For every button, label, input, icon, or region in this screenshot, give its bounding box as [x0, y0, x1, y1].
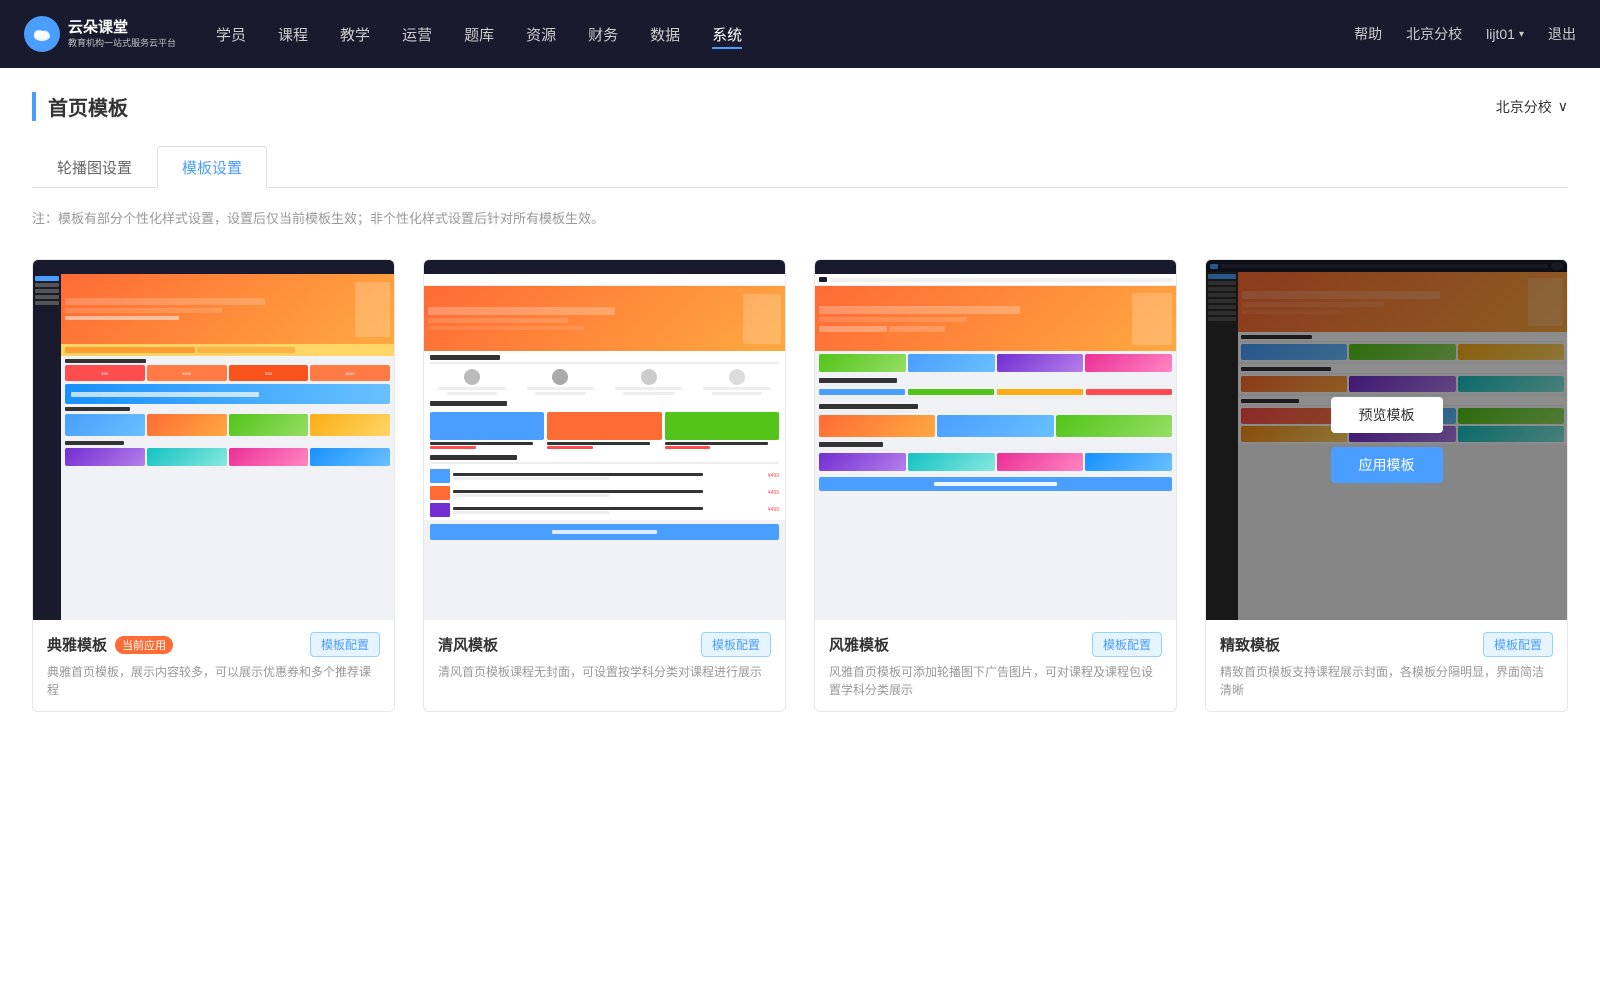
- template-name-fengya: 风雅模板: [829, 634, 889, 655]
- template-preview-dianya: ¥30 ¥200 ¥30 ¥200: [33, 260, 394, 620]
- template-desc-dianya: 典雅首页模板，展示内容较多，可以展示优惠券和多个推荐课程: [47, 663, 380, 699]
- btn-apply-jingzhi[interactable]: 应用模板: [1331, 447, 1443, 483]
- template-info-fengya: 风雅模板 模板配置 风雅首页模板可添加轮播图下广告图片，可对课程及课程包设置学科…: [815, 620, 1176, 711]
- logo-icon: [24, 16, 60, 52]
- logo[interactable]: 云朵课堂 教育机构一站式服务云平台: [24, 16, 176, 52]
- btn-config-qingfeng[interactable]: 模板配置: [701, 632, 771, 657]
- note-text: 注：模板有部分个性化样式设置，设置后仅当前模板生效；非个性化样式设置后针对所有模…: [32, 208, 1568, 227]
- template-card-jingzhi: 预览模板 应用模板 精致模板 模板配置 精致首页模板支持课程展示封面，各模板分隔…: [1205, 259, 1568, 712]
- template-desc-jingzhi: 精致首页模板支持课程展示封面，各模板分隔明显，界面简洁清晰: [1220, 663, 1553, 699]
- templates-grid: ¥30 ¥200 ¥30 ¥200: [32, 259, 1568, 712]
- tabs: 轮播图设置 模板设置: [32, 145, 1568, 188]
- template-preview-jingzhi: 预览模板 应用模板: [1206, 260, 1567, 620]
- nav-links: 学员 课程 教学 运营 题库 资源 财务 数据 系统: [216, 20, 1354, 49]
- branch-selector[interactable]: 北京分校 ∨: [1496, 97, 1568, 117]
- nav-teaching[interactable]: 教学: [340, 20, 370, 49]
- nav-data[interactable]: 数据: [650, 20, 680, 49]
- help-link[interactable]: 帮助: [1354, 24, 1382, 44]
- template-name-qingfeng: 清风模板: [438, 634, 498, 655]
- btn-config-dianya[interactable]: 模板配置: [310, 632, 380, 657]
- template-desc-fengya: 风雅首页模板可添加轮播图下广告图片，可对课程及课程包设置学科分类展示: [829, 663, 1162, 699]
- navbar: 云朵课堂 教育机构一站式服务云平台 学员 课程 教学 运营 题库 资源 财务 数…: [0, 0, 1600, 68]
- user-menu[interactable]: lijt01 ▾: [1486, 26, 1524, 42]
- nav-questions[interactable]: 题库: [464, 20, 494, 49]
- badge-current: 当前应用: [115, 636, 173, 654]
- page-header: 首页模板 北京分校 ∨: [32, 92, 1568, 121]
- nav-courses[interactable]: 课程: [278, 20, 308, 49]
- nav-operations[interactable]: 运营: [402, 20, 432, 49]
- logo-text: 云朵课堂 教育机构一站式服务云平台: [68, 18, 176, 49]
- branch-label: 北京分校: [1496, 97, 1552, 117]
- page-title: 首页模板: [32, 92, 128, 121]
- template-hover-overlay: 预览模板 应用模板: [1206, 260, 1567, 620]
- nav-system[interactable]: 系统: [712, 20, 742, 49]
- nav-resources[interactable]: 资源: [526, 20, 556, 49]
- nav-students[interactable]: 学员: [216, 20, 246, 49]
- tab-template[interactable]: 模板设置: [157, 146, 267, 188]
- template-info-qingfeng: 清风模板 模板配置 清风首页模板课程无封面，可设置按学科分类对课程进行展示: [424, 620, 785, 693]
- template-card-qingfeng: ¥499 ¥499 ¥499: [423, 259, 786, 712]
- template-name-jingzhi: 精致模板: [1220, 634, 1280, 655]
- branch-chevron-icon: ∨: [1558, 98, 1568, 115]
- nav-finance[interactable]: 财务: [588, 20, 618, 49]
- user-chevron-icon: ▾: [1519, 29, 1524, 40]
- branch-link[interactable]: 北京分校: [1406, 24, 1462, 44]
- template-info-dianya: 典雅模板 当前应用 模板配置 典雅首页模板，展示内容较多，可以展示优惠券和多个推…: [33, 620, 394, 711]
- logout-link[interactable]: 退出: [1548, 24, 1576, 44]
- btn-preview-jingzhi[interactable]: 预览模板: [1331, 397, 1443, 433]
- template-preview-fengya: [815, 260, 1176, 620]
- tab-carousel[interactable]: 轮播图设置: [32, 146, 157, 188]
- template-card-fengya: 风雅模板 模板配置 风雅首页模板可添加轮播图下广告图片，可对课程及课程包设置学科…: [814, 259, 1177, 712]
- nav-right: 帮助 北京分校 lijt01 ▾ 退出: [1354, 24, 1576, 44]
- template-desc-qingfeng: 清风首页模板课程无封面，可设置按学科分类对课程进行展示: [438, 663, 771, 681]
- btn-config-fengya[interactable]: 模板配置: [1092, 632, 1162, 657]
- template-preview-qingfeng: ¥499 ¥499 ¥499: [424, 260, 785, 620]
- template-card-dianya: ¥30 ¥200 ¥30 ¥200: [32, 259, 395, 712]
- btn-config-jingzhi[interactable]: 模板配置: [1483, 632, 1553, 657]
- page-content: 首页模板 北京分校 ∨ 轮播图设置 模板设置 注：模板有部分个性化样式设置，设置…: [0, 68, 1600, 990]
- template-name-dianya: 典雅模板: [47, 634, 107, 655]
- template-info-jingzhi: 精致模板 模板配置 精致首页模板支持课程展示封面，各模板分隔明显，界面简洁清晰: [1206, 620, 1567, 711]
